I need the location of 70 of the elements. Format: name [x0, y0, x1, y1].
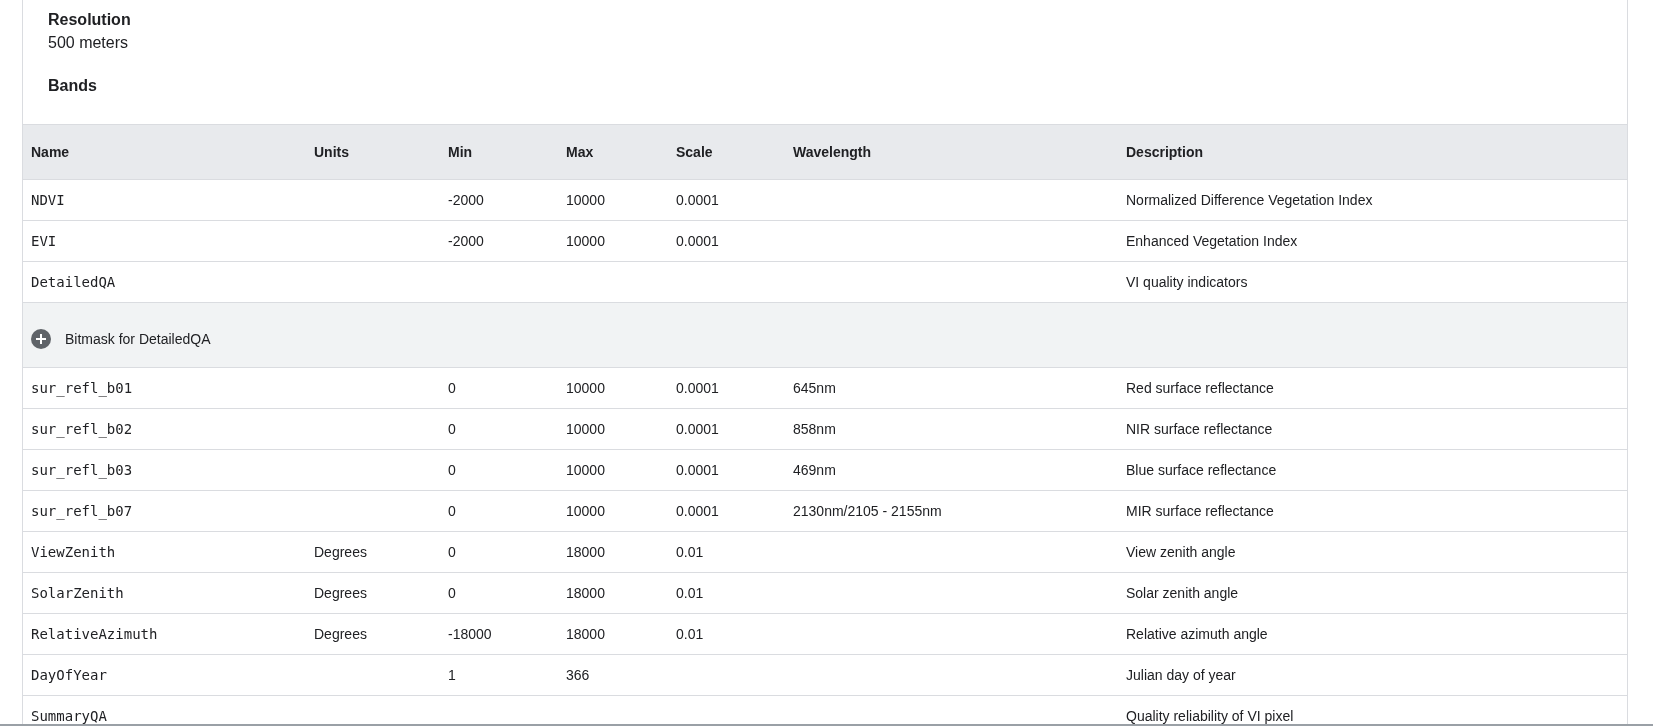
resolution-value: 500 meters	[48, 33, 130, 53]
table-cell: 10000	[558, 490, 668, 532]
table-cell: 366	[558, 654, 668, 696]
table-cell: 0.01	[668, 531, 785, 573]
band-name: RelativeAzimuth	[23, 613, 306, 655]
column-header: Wavelength	[785, 124, 1118, 180]
table-cell: 0.01	[668, 572, 785, 614]
table-cell: -2000	[440, 220, 558, 262]
table-cell: 0	[440, 531, 558, 573]
band-name: DetailedQA	[23, 261, 306, 303]
band-name: EVI	[23, 220, 306, 262]
column-header: Units	[306, 124, 440, 180]
table-cell: Solar zenith angle	[1118, 572, 1627, 614]
table-cell: 0.0001	[668, 367, 785, 409]
column-header: Name	[23, 124, 306, 180]
table-cell: 10000	[558, 179, 668, 221]
table-cell: 10000	[558, 449, 668, 491]
band-name: sur_refl_b02	[23, 408, 306, 450]
band-name: ViewZenith	[23, 531, 306, 573]
table-cell: 0	[440, 367, 558, 409]
column-header: Min	[440, 124, 558, 180]
table-cell: 18000	[558, 531, 668, 573]
table-cell: 469nm	[785, 449, 1118, 491]
table-cell: Julian day of year	[1118, 654, 1627, 696]
table-cell: 18000	[558, 613, 668, 655]
band-name: SolarZenith	[23, 572, 306, 614]
column-header: Scale	[668, 124, 785, 180]
table-cell: 0	[440, 408, 558, 450]
section-label: Resolution	[48, 10, 132, 30]
table-cell: Degrees	[306, 531, 440, 573]
table-cell: 0	[440, 572, 558, 614]
table-cell: Normalized Difference Vegetation Index	[1118, 179, 1627, 221]
table-cell: Enhanced Vegetation Index	[1118, 220, 1627, 262]
band-name: NDVI	[23, 179, 306, 221]
table-cell: Red surface reflectance	[1118, 367, 1627, 409]
table-cell: 0.0001	[668, 449, 785, 491]
table-cell: -18000	[440, 613, 558, 655]
table-cell: 0.0001	[668, 179, 785, 221]
table-cell: 10000	[558, 408, 668, 450]
plus-circle-icon	[31, 328, 51, 349]
table-cell: 2130nm/2105 - 2155nm	[785, 490, 1118, 532]
section-heading: Bands	[48, 76, 98, 96]
table-cell: Blue surface reflectance	[1118, 449, 1627, 491]
band-name: sur_refl_b01	[23, 367, 306, 409]
table-cell: Relative azimuth angle	[1118, 613, 1627, 655]
table-cell: 858nm	[785, 408, 1118, 450]
table-cell: VI quality indicators	[1118, 261, 1627, 303]
band-name: sur_refl_b07	[23, 490, 306, 532]
table-cell: 18000	[558, 572, 668, 614]
table-cell: 10000	[558, 220, 668, 262]
table-cell: 0.01	[668, 613, 785, 655]
table-cell: 0	[440, 490, 558, 532]
table-cell: 1	[440, 654, 558, 696]
table-cell: View zenith angle	[1118, 531, 1627, 573]
bitmask-toggle[interactable]: Bitmask for DetailedQA	[31, 328, 211, 349]
table-cell: MIR surface reflectance	[1118, 490, 1627, 532]
table-cell: 0.0001	[668, 408, 785, 450]
table-cell: Degrees	[306, 572, 440, 614]
column-header: Description	[1118, 124, 1627, 180]
table-cell: Degrees	[306, 613, 440, 655]
table-cell: NIR surface reflectance	[1118, 408, 1627, 450]
table-cell: 645nm	[785, 367, 1118, 409]
band-name: sur_refl_b03	[23, 449, 306, 491]
band-name: DayOfYear	[23, 654, 306, 696]
column-header: Max	[558, 124, 668, 180]
table-cell: 0.0001	[668, 220, 785, 262]
table-cell: 10000	[558, 367, 668, 409]
table-cell: 0.0001	[668, 490, 785, 532]
table-cell: -2000	[440, 179, 558, 221]
table-cell: 0	[440, 449, 558, 491]
